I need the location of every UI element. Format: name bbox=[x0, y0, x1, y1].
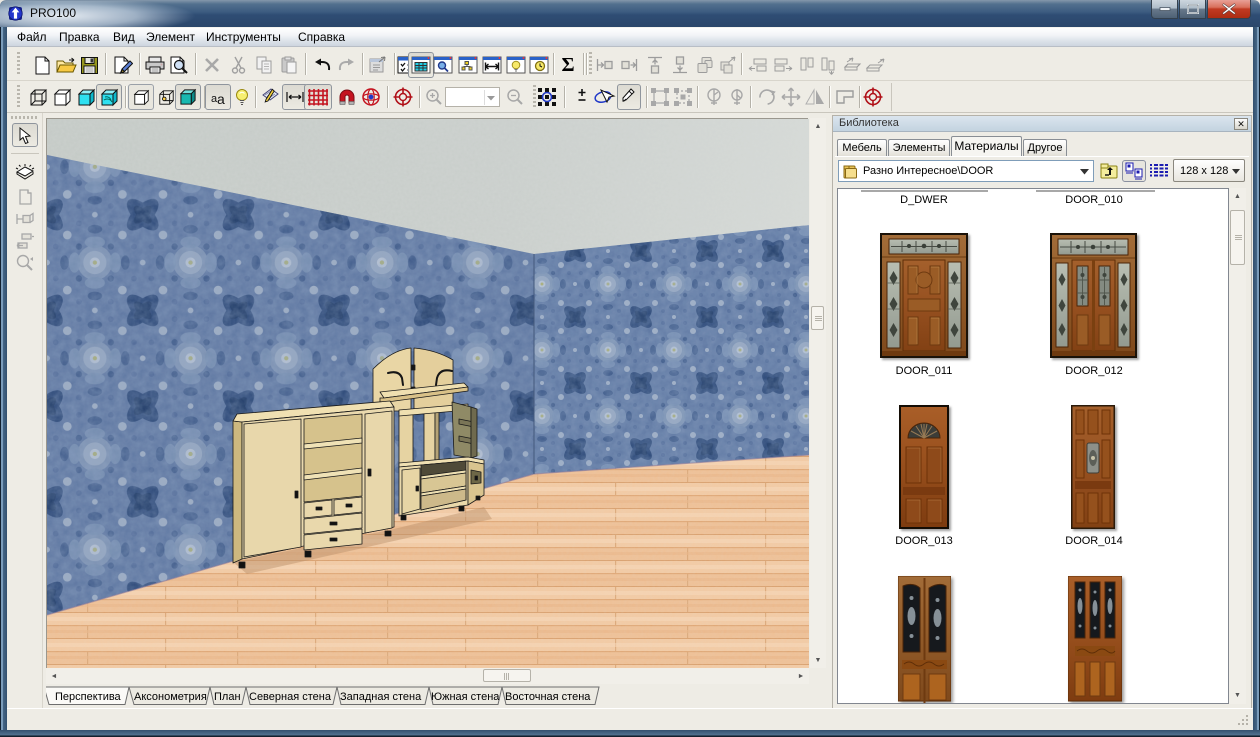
svg-text:Южная стена: Южная стена bbox=[431, 691, 500, 703]
svg-text:Перспектива: Перспектива bbox=[55, 691, 122, 703]
svg-text:Западная стена: Западная стена bbox=[340, 691, 422, 703]
svg-text:Северная стена: Северная стена bbox=[249, 691, 332, 703]
svg-text:a: a bbox=[217, 91, 225, 105]
svg-text:Восточная стена: Восточная стена bbox=[505, 691, 591, 703]
svg-text:Аксонометрия: Аксонометрия bbox=[134, 691, 207, 703]
svg-text:План: План bbox=[214, 691, 241, 703]
